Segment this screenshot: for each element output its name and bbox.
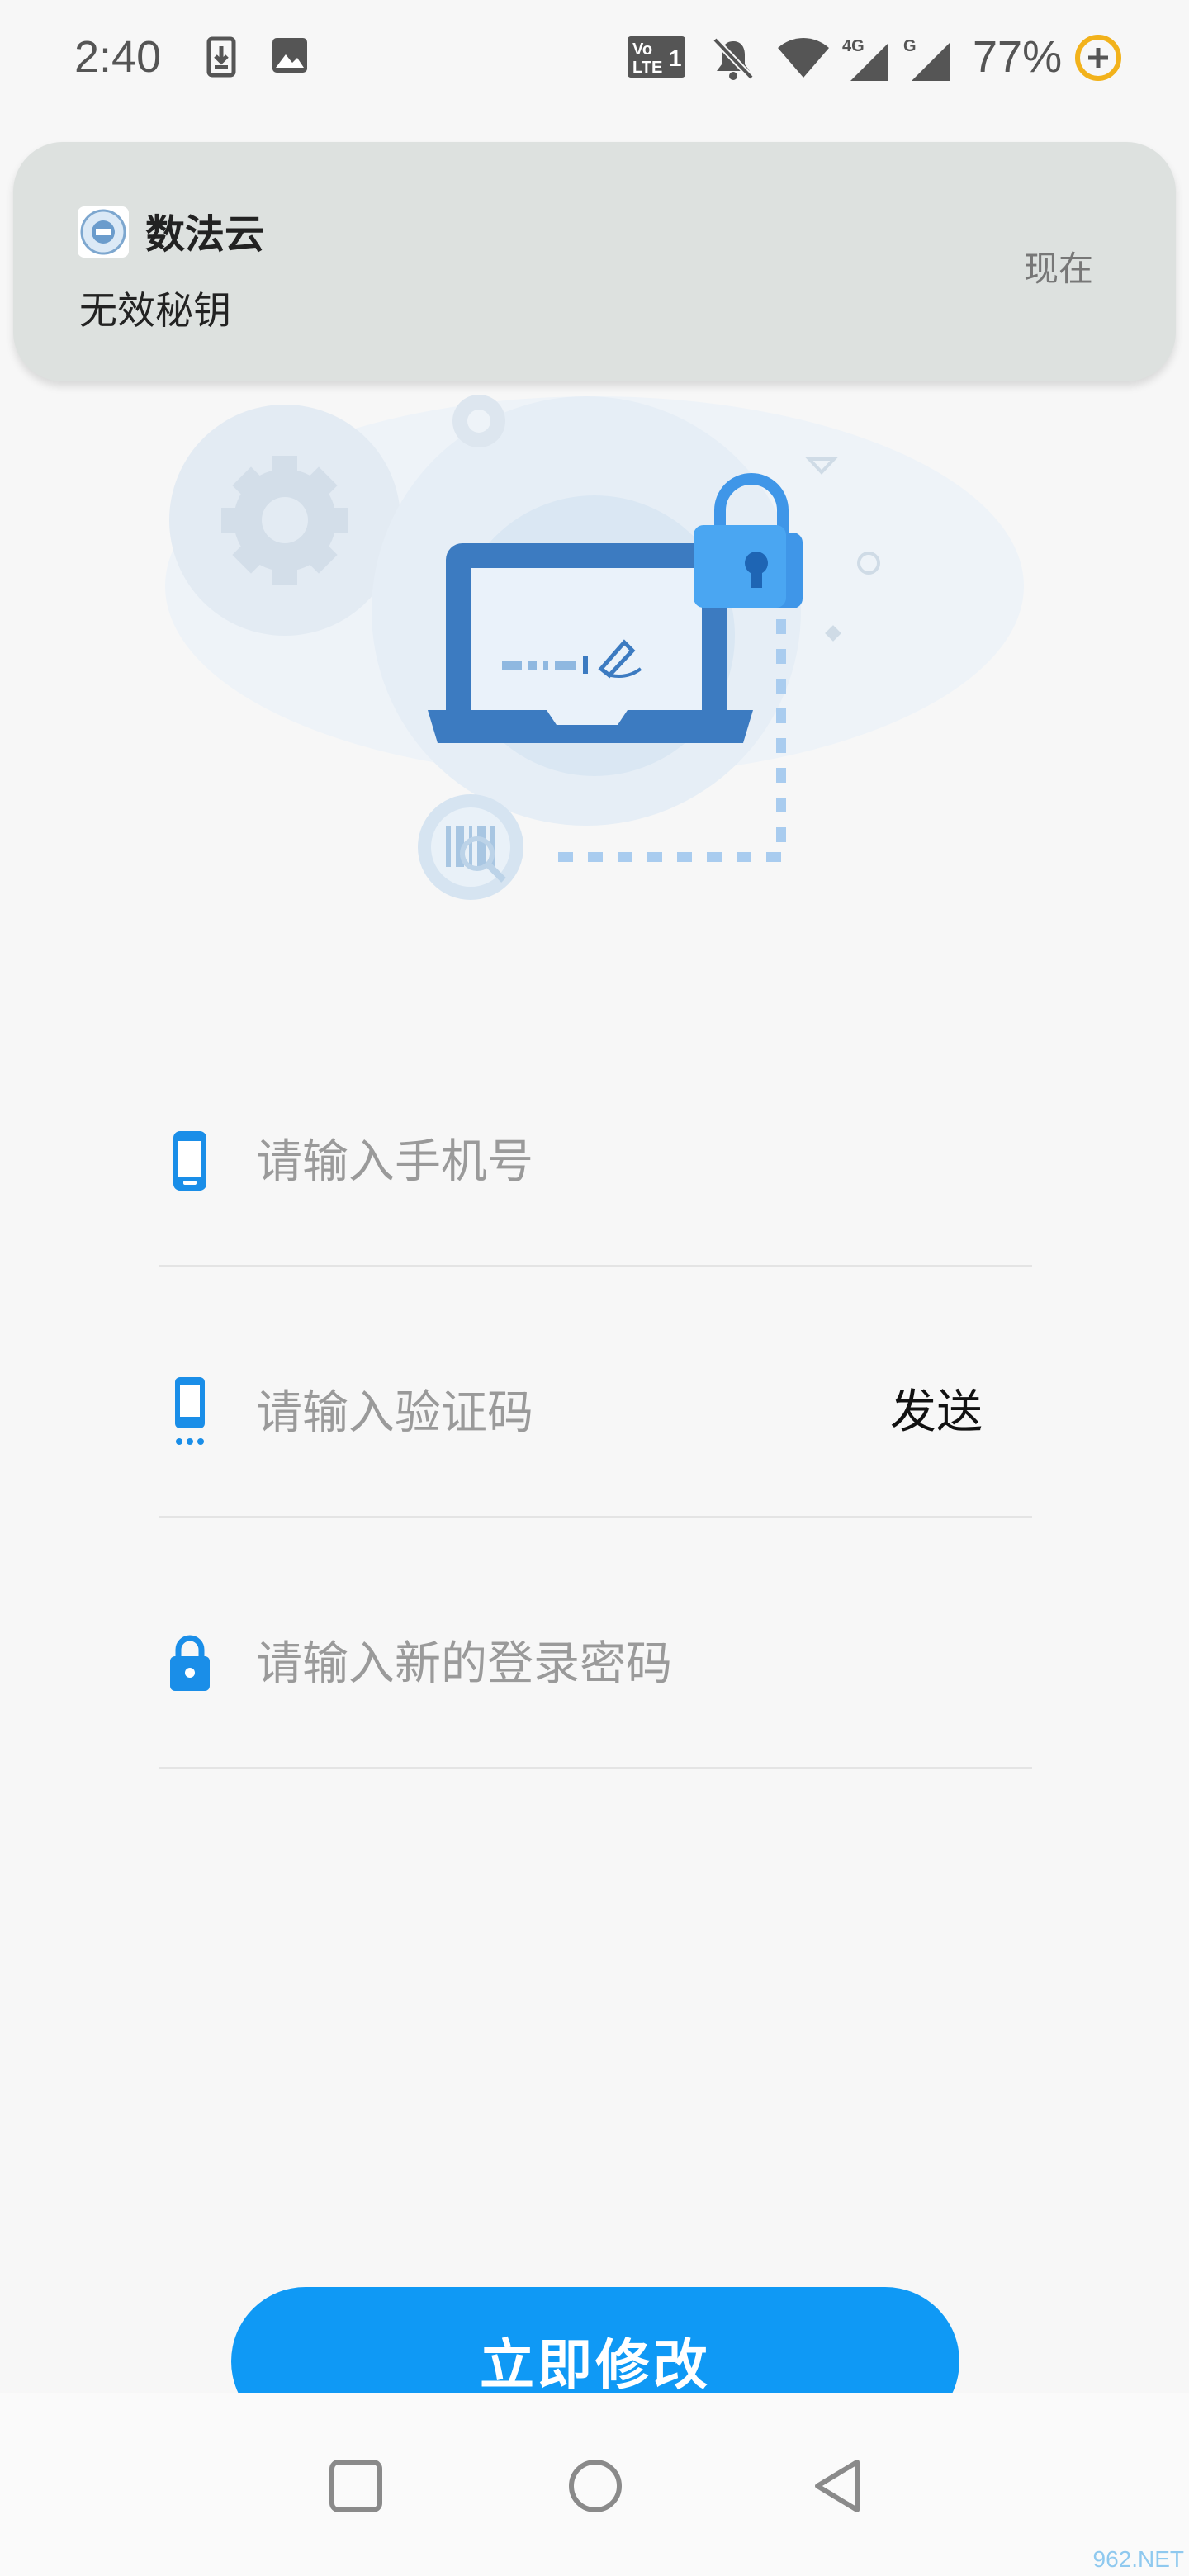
battery-percent: 77% — [973, 32, 1063, 82]
notification-message: 无效秘钥 — [79, 288, 231, 333]
home-icon[interactable] — [566, 2457, 624, 2515]
app-logo-icon — [78, 206, 129, 258]
lock-icon — [170, 1635, 210, 1691]
download-icon — [206, 36, 236, 78]
wifi-icon — [778, 38, 829, 78]
svg-text:4G: 4G — [842, 37, 865, 55]
svg-text:1: 1 — [669, 45, 682, 71]
small-gear-icon — [452, 395, 505, 447]
watermark: 962.NET — [1092, 2546, 1185, 2572]
notification-card[interactable]: 数法云 现在 无效秘钥 — [13, 142, 1176, 381]
code-input[interactable] — [256, 1376, 850, 1450]
sms-code-icon — [175, 1377, 205, 1445]
battery-saver-icon — [1075, 35, 1121, 81]
send-code-button[interactable]: 发送 — [890, 1376, 983, 1450]
svg-text:G: G — [903, 37, 917, 55]
barcode-scan-icon — [418, 794, 523, 900]
volte-icon: Vo LTE 1 — [628, 36, 685, 78]
password-row — [159, 1627, 1032, 1769]
notification-time: 现在 — [1023, 249, 1093, 289]
image-icon — [272, 38, 307, 73]
phone-input[interactable] — [256, 1125, 917, 1199]
signal-g-icon: G — [903, 37, 950, 81]
signal-4g-icon: 4G — [842, 37, 888, 81]
status-time: 2:40 — [74, 32, 162, 82]
status-bar: 2:40 Vo LTE 1 4G G 77% — [0, 0, 1189, 124]
navigation-bar: 962.NET — [0, 2393, 1189, 2576]
phone-row — [159, 1125, 1032, 1267]
recent-apps-icon[interactable] — [327, 2457, 385, 2515]
mute-bell-icon — [713, 37, 754, 80]
notification-app-name: 数法云 — [145, 211, 265, 258]
svg-text:Vo: Vo — [632, 40, 652, 59]
phone-icon — [173, 1131, 206, 1191]
password-reset-illustration — [165, 395, 1024, 900]
svg-text:LTE: LTE — [632, 59, 662, 77]
new-password-input[interactable] — [256, 1627, 917, 1701]
back-icon[interactable] — [809, 2457, 867, 2515]
code-row: 发送 — [159, 1376, 1032, 1518]
